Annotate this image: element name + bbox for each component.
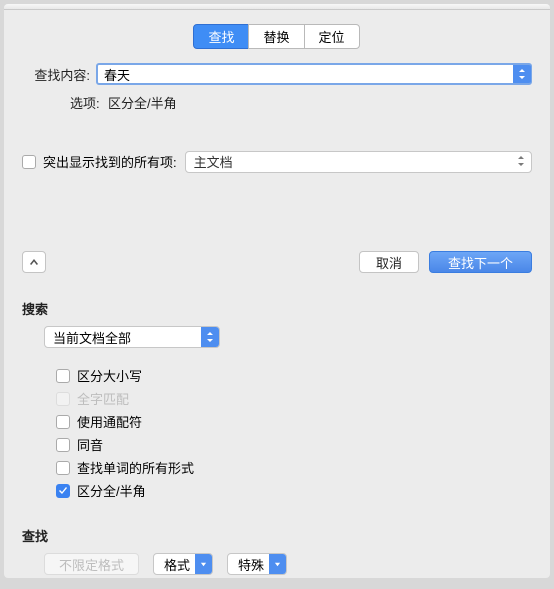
collapse-button[interactable]	[22, 251, 46, 273]
wildcards-label: 使用通配符	[77, 412, 142, 431]
special-select-label: 特殊	[238, 555, 264, 574]
find-input-combo[interactable]	[96, 63, 532, 85]
no-format-button: 不限定格式	[44, 553, 139, 575]
tab-replace[interactable]: 替换	[248, 24, 304, 49]
wildcards-checkbox[interactable]	[56, 415, 70, 429]
search-scope-select[interactable]: 当前文档全部	[44, 326, 220, 348]
highlight-scope-select[interactable]: 主文档	[185, 151, 532, 173]
homophone-label: 同音	[77, 435, 103, 454]
find-next-button[interactable]: 查找下一个	[429, 251, 532, 273]
tab-bar: 查找 替换 定位	[22, 24, 532, 49]
chevron-down-icon	[195, 554, 212, 574]
updown-icon	[518, 69, 526, 79]
search-scope-value: 当前文档全部	[53, 328, 131, 347]
find-section-title: 查找	[22, 526, 532, 545]
all-forms-checkbox[interactable]	[56, 461, 70, 475]
tab-goto[interactable]: 定位	[304, 24, 360, 49]
whole-word-checkbox	[56, 392, 70, 406]
find-replace-dialog: 查找 替换 定位 查找内容: 选项: 区分全/半角 突出显示找到的所有项:	[4, 4, 550, 578]
updown-icon	[201, 327, 219, 347]
check-icon	[58, 486, 68, 496]
chevron-down-icon	[269, 554, 286, 574]
highlight-scope-value: 主文档	[194, 152, 233, 171]
match-case-label: 区分大小写	[77, 366, 142, 385]
format-select-label: 格式	[164, 555, 190, 574]
homophone-checkbox[interactable]	[56, 438, 70, 452]
cancel-button[interactable]: 取消	[359, 251, 419, 273]
find-label: 查找内容:	[22, 65, 90, 84]
format-select[interactable]: 格式	[153, 553, 213, 575]
tab-find[interactable]: 查找	[193, 24, 249, 49]
highlight-all-checkbox[interactable]	[22, 155, 36, 169]
search-section-title: 搜索	[22, 299, 532, 318]
find-input[interactable]	[96, 63, 532, 85]
special-select[interactable]: 特殊	[227, 553, 287, 575]
fullwidth-checkbox[interactable]	[56, 484, 70, 498]
options-value: 区分全/半角	[108, 93, 177, 112]
whole-word-label: 全字匹配	[77, 389, 129, 408]
options-label: 选项:	[70, 93, 104, 112]
updown-icon	[517, 154, 525, 169]
match-case-checkbox[interactable]	[56, 369, 70, 383]
all-forms-label: 查找单词的所有形式	[77, 458, 194, 477]
fullwidth-label: 区分全/半角	[77, 481, 146, 500]
highlight-all-label: 突出显示找到的所有项:	[43, 152, 177, 171]
chevron-up-icon	[29, 258, 39, 266]
find-history-dropdown[interactable]	[513, 65, 531, 83]
